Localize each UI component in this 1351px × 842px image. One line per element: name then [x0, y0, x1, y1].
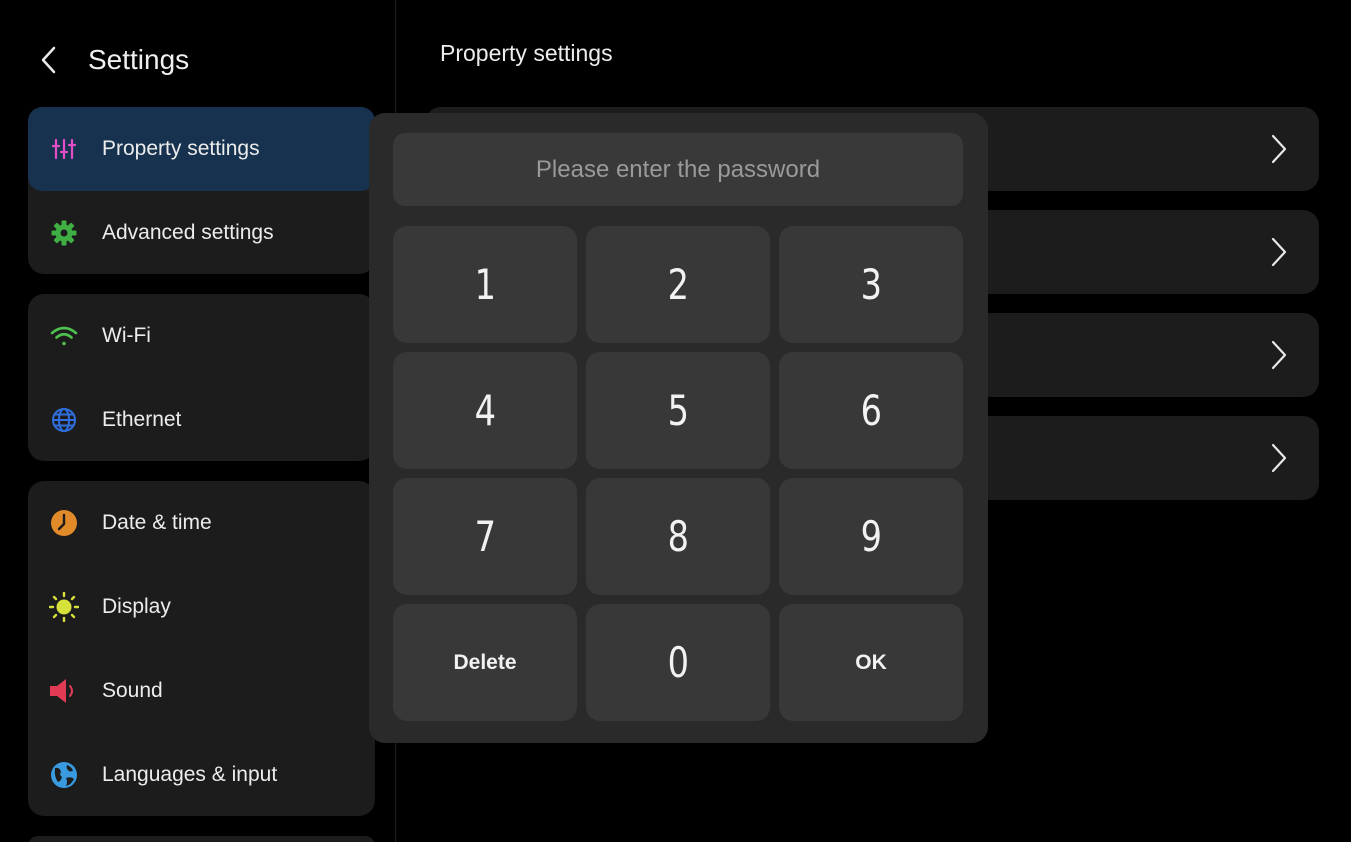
- sidebar-group-system: Date & time Display Sound Languages & in…: [28, 481, 375, 816]
- sidebar-item-label: Advanced settings: [102, 221, 274, 244]
- sidebar-item-languages-input[interactable]: Languages & input: [28, 733, 375, 817]
- sidebar-title: Settings: [88, 44, 190, 75]
- sidebar-group-network: Wi-Fi Ethernet: [28, 294, 375, 461]
- password-dialog: 1 2 3 4 5 6 7 8 9 Delete 0 OK: [369, 113, 988, 743]
- delete-button[interactable]: Delete: [393, 604, 577, 721]
- settings-screen: Settings Property settings Advanced sett…: [0, 0, 1351, 842]
- sidebar-item-sound[interactable]: Sound: [28, 649, 375, 733]
- key-label: 5: [667, 386, 689, 435]
- key-1[interactable]: 1: [393, 226, 577, 343]
- key-label: 3: [860, 260, 882, 309]
- key-label: 7: [474, 512, 496, 561]
- sidebar-item-advanced-settings[interactable]: Advanced settings: [28, 191, 375, 275]
- sidebar-item-property-settings[interactable]: Property settings: [28, 107, 375, 191]
- sidebar-item-wifi[interactable]: Wi-Fi: [28, 294, 375, 378]
- key-5[interactable]: 5: [586, 352, 770, 469]
- chevron-right-icon: [1271, 443, 1287, 473]
- key-0[interactable]: 0: [586, 604, 770, 721]
- globe-icon: [48, 404, 80, 436]
- sidebar-group-general: Property settings Advanced settings: [28, 107, 375, 274]
- key-label: 4: [474, 386, 496, 435]
- sidebar-item-label: Date & time: [102, 511, 212, 534]
- key-label: 9: [860, 512, 882, 561]
- clock-icon: [48, 507, 80, 539]
- sidebar-item-label: Sound: [102, 679, 163, 702]
- sidebar-item-label: Languages & input: [102, 763, 278, 786]
- earth-icon: [48, 759, 80, 791]
- key-label: 0: [667, 638, 689, 687]
- gear-icon: [48, 217, 80, 249]
- key-4[interactable]: 4: [393, 352, 577, 469]
- key-7[interactable]: 7: [393, 478, 577, 595]
- key-3[interactable]: 3: [779, 226, 963, 343]
- sun-icon: [48, 591, 80, 623]
- page-title: Property settings: [440, 40, 613, 66]
- password-field[interactable]: [393, 133, 963, 206]
- sidebar-item-label: Display: [102, 595, 171, 618]
- sliders-icon: [48, 133, 80, 165]
- chevron-right-icon: [1271, 237, 1287, 267]
- sidebar-item-label: Property settings: [102, 137, 260, 160]
- sidebar-item-date-time[interactable]: Date & time: [28, 481, 375, 565]
- key-label: 2: [667, 260, 689, 309]
- sidebar-item-label: Wi-Fi: [102, 324, 151, 347]
- back-chevron-icon[interactable]: [40, 38, 80, 82]
- sidebar-item-ethernet[interactable]: Ethernet: [28, 378, 375, 462]
- key-label: Delete: [453, 650, 517, 674]
- ok-button[interactable]: OK: [779, 604, 963, 721]
- key-6[interactable]: 6: [779, 352, 963, 469]
- chevron-right-icon: [1271, 134, 1287, 164]
- key-label: 1: [474, 260, 496, 309]
- sidebar: Settings Property settings Advanced sett…: [0, 0, 396, 842]
- speaker-icon: [48, 675, 80, 707]
- key-8[interactable]: 8: [586, 478, 770, 595]
- key-label: OK: [855, 650, 887, 674]
- sidebar-item-display[interactable]: Display: [28, 565, 375, 649]
- key-label: 8: [667, 512, 689, 561]
- wifi-icon: [48, 320, 80, 352]
- key-2[interactable]: 2: [586, 226, 770, 343]
- key-9[interactable]: 9: [779, 478, 963, 595]
- chevron-right-icon: [1271, 340, 1287, 370]
- keypad: 1 2 3 4 5 6 7 8 9 Delete 0 OK: [393, 226, 963, 722]
- sidebar-header: Settings: [40, 38, 189, 82]
- password-input[interactable]: [393, 133, 963, 206]
- sidebar-item-label: Ethernet: [102, 408, 182, 431]
- key-label: 6: [860, 386, 882, 435]
- sidebar-group-more: [28, 836, 375, 842]
